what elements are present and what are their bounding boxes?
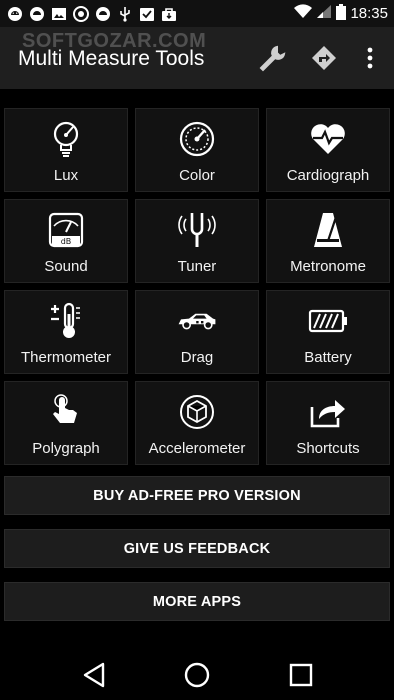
tool-label: Sound [44,258,88,275]
page-title: Multi Measure Tools [18,47,205,70]
tool-label: Lux [53,167,79,184]
status-time: 18:35 [350,5,388,22]
tool-label: Polygraph [32,440,100,457]
feedback-button[interactable]: GIVE US FEEDBACK [4,529,390,568]
battery-icon [308,302,348,340]
android-icon [94,5,111,22]
home-icon[interactable] [182,660,212,690]
notification-icons [6,5,177,22]
wrench-icon[interactable] [256,42,288,74]
thermometer-icon [46,302,86,340]
tool-thermometer[interactable]: Thermometer [4,290,128,374]
back-icon[interactable] [79,660,109,690]
tool-label: Color [179,167,215,184]
tool-tuner[interactable]: Tuner [135,199,259,283]
tool-accelerometer[interactable]: Accelerometer [135,381,259,465]
tool-label: Shortcuts [296,440,360,457]
buy-pro-button[interactable]: BUY AD-FREE PRO VERSION [4,476,390,515]
tool-battery[interactable]: Battery [266,290,390,374]
tool-metronome[interactable]: Metronome [266,199,390,283]
lightbulb-gauge-icon [46,120,86,158]
more-apps-button[interactable]: MORE APPS [4,582,390,621]
overflow-menu-icon[interactable] [354,42,386,74]
tool-label: Drag [180,349,214,366]
directions-icon[interactable] [308,42,340,74]
tool-sound[interactable]: dB Sound [4,199,128,283]
tool-lux[interactable]: Lux [4,108,128,192]
tool-label: Thermometer [20,349,112,366]
race-car-icon [177,302,217,340]
image-icon [50,5,67,22]
tool-label: Metronome [290,258,366,275]
wifi-icon [294,4,313,23]
tool-label: Tuner [177,258,217,275]
heart-pulse-icon [308,120,348,158]
color-meter-icon [177,120,217,158]
usb-icon [116,5,133,22]
android-icon [28,5,45,22]
recents-icon[interactable] [286,660,316,690]
cube-axes-icon [177,393,217,431]
tools-grid: Lux Color Cardiograph dB Sound Tuner Met… [4,108,390,465]
bag-icon [160,5,177,22]
download-check-icon [138,5,155,22]
tool-color[interactable]: Color [135,108,259,192]
tool-cardiograph[interactable]: Cardiograph [266,108,390,192]
decibel-meter-icon: dB [46,211,86,249]
android-debug-icon [6,5,23,22]
tuning-fork-icon [177,211,217,249]
tool-label: Cardiograph [286,167,370,184]
share-icon [308,393,348,431]
navigation-bar [0,648,394,700]
tool-drag[interactable]: Drag [135,290,259,374]
metronome-icon [308,211,348,249]
svg-text:dB: dB [61,237,72,246]
tool-label: Accelerometer [148,440,246,457]
record-icon [72,5,89,22]
tool-shortcuts[interactable]: Shortcuts [266,381,390,465]
battery-icon [336,3,347,24]
finger-touch-icon [46,393,86,431]
tool-label: Battery [304,349,352,366]
status-bar: 18:35 [0,0,394,27]
tool-polygraph[interactable]: Polygraph [4,381,128,465]
signal-icon [316,4,332,23]
